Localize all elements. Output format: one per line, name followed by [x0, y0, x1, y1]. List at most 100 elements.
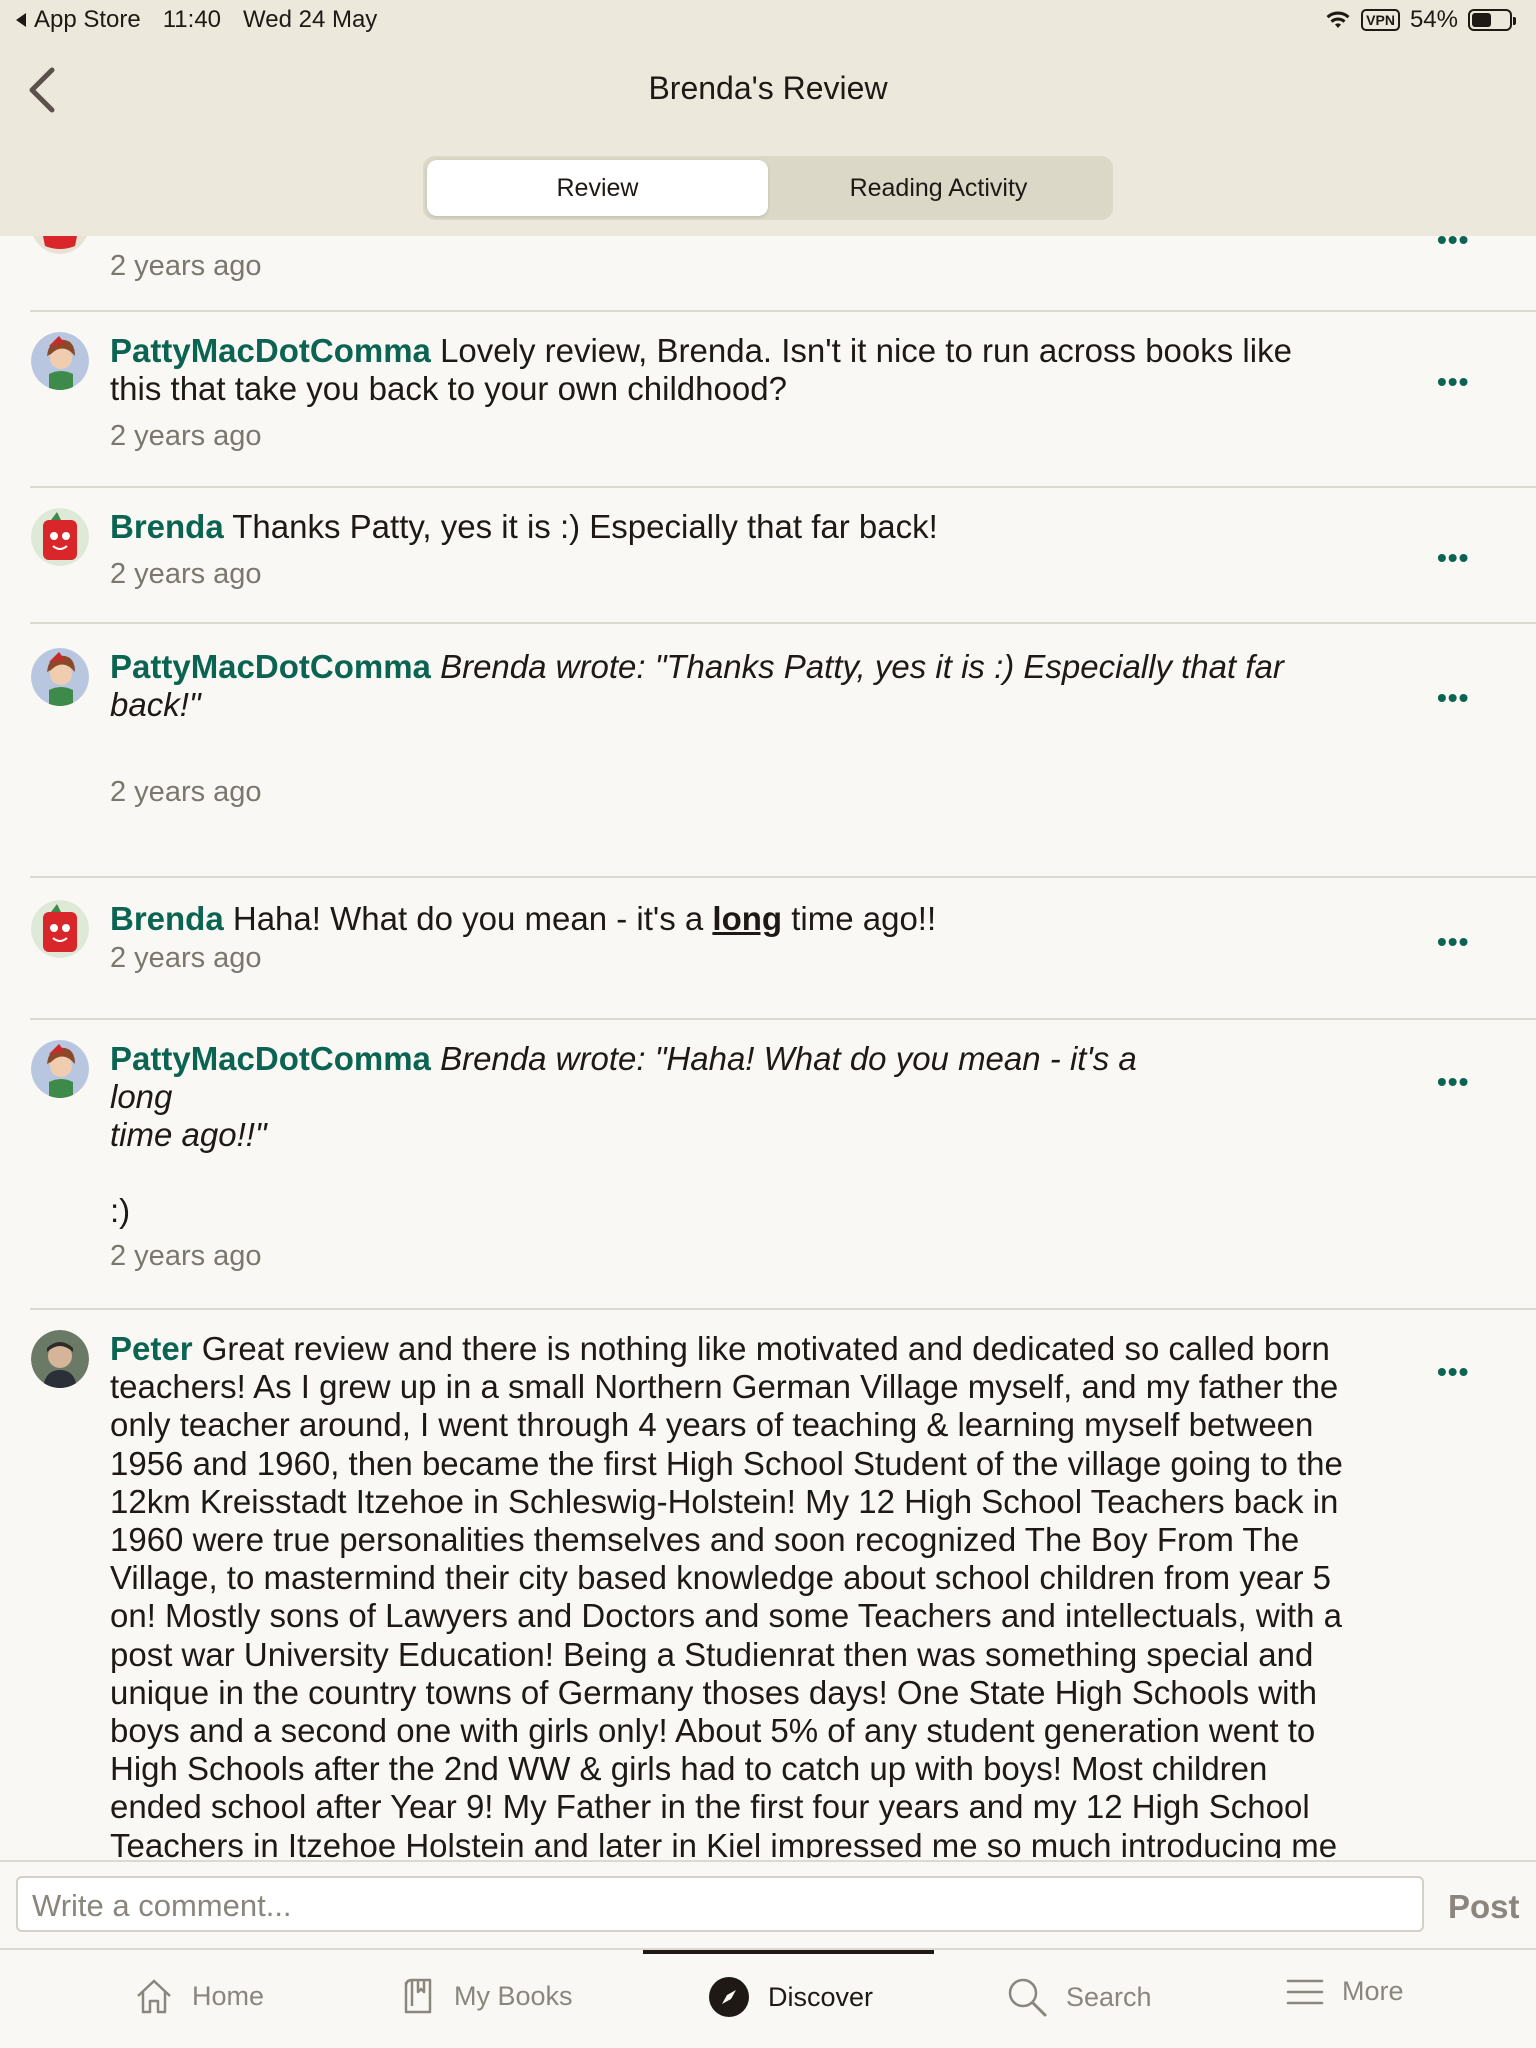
comment-text: Village, to mastermind their city based … — [110, 1559, 1332, 1597]
comment-text: this that take you back to your own chil… — [110, 370, 787, 407]
page-title: Brenda's Review — [648, 70, 888, 106]
tab-label: Discover — [768, 1981, 874, 2012]
battery-icon — [1468, 9, 1516, 31]
menu-icon — [1286, 1979, 1324, 2004]
comment-text: :) — [110, 1192, 131, 1229]
status-time: 11:40 — [162, 6, 222, 33]
segment-review[interactable]: Review — [427, 160, 768, 216]
comment-author[interactable]: PattyMacDotComma — [110, 648, 431, 685]
comment-text: 12km Kreisstadt Itzehoe in Schleswig-Hol… — [110, 1482, 1339, 1520]
divider — [30, 1018, 1536, 1020]
comment-body: PattyMacDotComma Lovely review, Brenda. … — [110, 332, 1410, 408]
wifi-icon — [1326, 11, 1350, 28]
comment-text: High Schools after the 2nd WW & girls ha… — [110, 1750, 1268, 1788]
comments-list: 2 years ago ••• PattyMacDotComma Lovely … — [0, 236, 1536, 1858]
comment-timestamp: 2 years ago — [110, 420, 262, 452]
comment-timestamp: 2 years ago — [110, 942, 262, 974]
battery-percent: 54% — [1409, 6, 1458, 33]
quoted-text: time ago!!" — [110, 1116, 267, 1153]
comment-timestamp: 2 years ago — [110, 1240, 262, 1272]
more-options-icon[interactable]: ••• — [1437, 1066, 1469, 1098]
comment-text: 1960 were true personalities themselves … — [110, 1521, 1300, 1559]
comment-author[interactable]: Brenda — [110, 900, 224, 937]
tab-search[interactable]: Search — [1006, 1976, 1152, 2018]
comment-author[interactable]: PattyMacDotComma — [110, 332, 431, 369]
tab-label: Home — [192, 1980, 265, 2011]
quoted-text: Brenda wrote: "Haha! What do you mean - … — [430, 1040, 1137, 1077]
more-options-icon[interactable]: ••• — [1437, 1356, 1469, 1388]
divider — [30, 486, 1536, 488]
comment-text: time ago!! — [782, 900, 937, 937]
divider — [30, 622, 1536, 624]
comment-timestamp: 2 years ago — [110, 558, 262, 590]
divider — [30, 876, 1536, 878]
status-bar: App Store 11:40 Wed 24 May VPN 54% — [0, 0, 1536, 40]
more-options-icon[interactable]: ••• — [1437, 236, 1469, 256]
comment-author[interactable]: PattyMacDotComma — [110, 1040, 431, 1077]
more-options-icon[interactable]: ••• — [1437, 542, 1469, 574]
compass-icon — [709, 1977, 749, 2017]
back-app-label: App Store — [34, 6, 141, 33]
comment-timestamp: 2 years ago — [110, 250, 262, 282]
divider — [30, 310, 1536, 312]
comment-text: Haha! What do you mean - it's a — [223, 900, 713, 937]
avatar[interactable] — [31, 1330, 89, 1388]
comment-text: boys and a second one with girls only! A… — [110, 1712, 1316, 1750]
quoted-text: back!" — [110, 686, 201, 723]
more-options-icon[interactable]: ••• — [1437, 926, 1469, 958]
segment-reading-activity[interactable]: Reading Activity — [768, 160, 1109, 216]
tab-label: More — [1342, 1976, 1404, 2006]
avatar[interactable] — [31, 1040, 89, 1098]
tab-label: Search — [1066, 1981, 1152, 2012]
tab-my-books[interactable]: My Books — [402, 1976, 573, 2016]
tab-home[interactable]: Home — [134, 1976, 264, 2016]
tab-bar: Home My Books Discover Search More — [0, 1948, 1536, 2048]
comment-text: 1956 and 1960, then became the first Hig… — [110, 1444, 1343, 1482]
book-icon — [404, 1978, 432, 2014]
comment-text: Teachers in Itzehoe Holstein and later i… — [110, 1826, 1338, 1858]
battery-fill — [1472, 13, 1492, 27]
search-icon — [1008, 1978, 1047, 2017]
quoted-text: Brenda wrote: "Thanks Patty, yes it is :… — [430, 648, 1284, 685]
avatar[interactable] — [31, 900, 89, 958]
quoted-text: long — [110, 1078, 173, 1115]
tab-discover[interactable]: Discover — [708, 1976, 873, 2018]
avatar[interactable] — [31, 648, 89, 706]
comment-text: only teacher around, I went through 4 ye… — [110, 1406, 1314, 1444]
divider — [30, 1308, 1536, 1310]
comment-text: ended school after Year 9! My Father in … — [110, 1788, 1310, 1826]
avatar[interactable] — [31, 236, 89, 254]
status-date: Wed 24 May — [243, 6, 378, 33]
comment-body: Brenda Haha! What do you mean - it's a l… — [110, 900, 1410, 938]
avatar[interactable] — [31, 332, 89, 390]
post-button[interactable]: Post — [1448, 1888, 1520, 1926]
comment-composer: Write a comment... Post — [0, 1860, 1536, 1948]
comment-body: PattyMacDotComma Brenda wrote: "Thanks P… — [110, 648, 1410, 724]
tab-more[interactable]: More — [1286, 1976, 1404, 2007]
comment-text: Lovely review, Brenda. Isn't it nice to … — [430, 332, 1292, 369]
comment-author[interactable]: Peter — [110, 1330, 193, 1367]
comment-body: PattyMacDotComma Brenda wrote: "Haha! Wh… — [110, 1040, 1410, 1230]
emphasized-text: long — [712, 900, 783, 937]
comment-text: unique in the country towns of Germany t… — [110, 1673, 1317, 1711]
more-options-icon[interactable]: ••• — [1437, 682, 1469, 714]
comment-text: post war University Education! Being a S… — [110, 1635, 1314, 1673]
more-options-icon[interactable]: ••• — [1437, 366, 1469, 398]
back-triangle-icon — [16, 13, 26, 27]
comment-body: Brenda Thanks Patty, yes it is :) Especi… — [110, 508, 1410, 546]
comment-input[interactable]: Write a comment... — [16, 1876, 1424, 1932]
avatar[interactable] — [31, 508, 89, 566]
comment-text: Great review and there is nothing like m… — [192, 1330, 1330, 1367]
back-to-app-link[interactable]: App Store — [14, 6, 141, 34]
header: App Store 11:40 Wed 24 May VPN 54% Brend… — [0, 0, 1536, 236]
active-tab-indicator — [643, 1950, 934, 1954]
review-segmented-control: Review Reading Activity — [423, 156, 1113, 220]
home-icon — [137, 1979, 171, 2014]
comment-text: on! Mostly sons of Lawyers and Doctors a… — [110, 1597, 1343, 1635]
comment-text: Thanks Patty, yes it is :) Especially th… — [223, 508, 938, 545]
comment-author[interactable]: Brenda — [110, 508, 224, 545]
vpn-badge: VPN — [1361, 9, 1400, 31]
comment-text: teachers! As I grew up in a small Northe… — [110, 1368, 1339, 1406]
tab-label: My Books — [454, 1980, 573, 2011]
comment-body: Peter Great review and there is nothing … — [110, 1330, 1410, 1858]
